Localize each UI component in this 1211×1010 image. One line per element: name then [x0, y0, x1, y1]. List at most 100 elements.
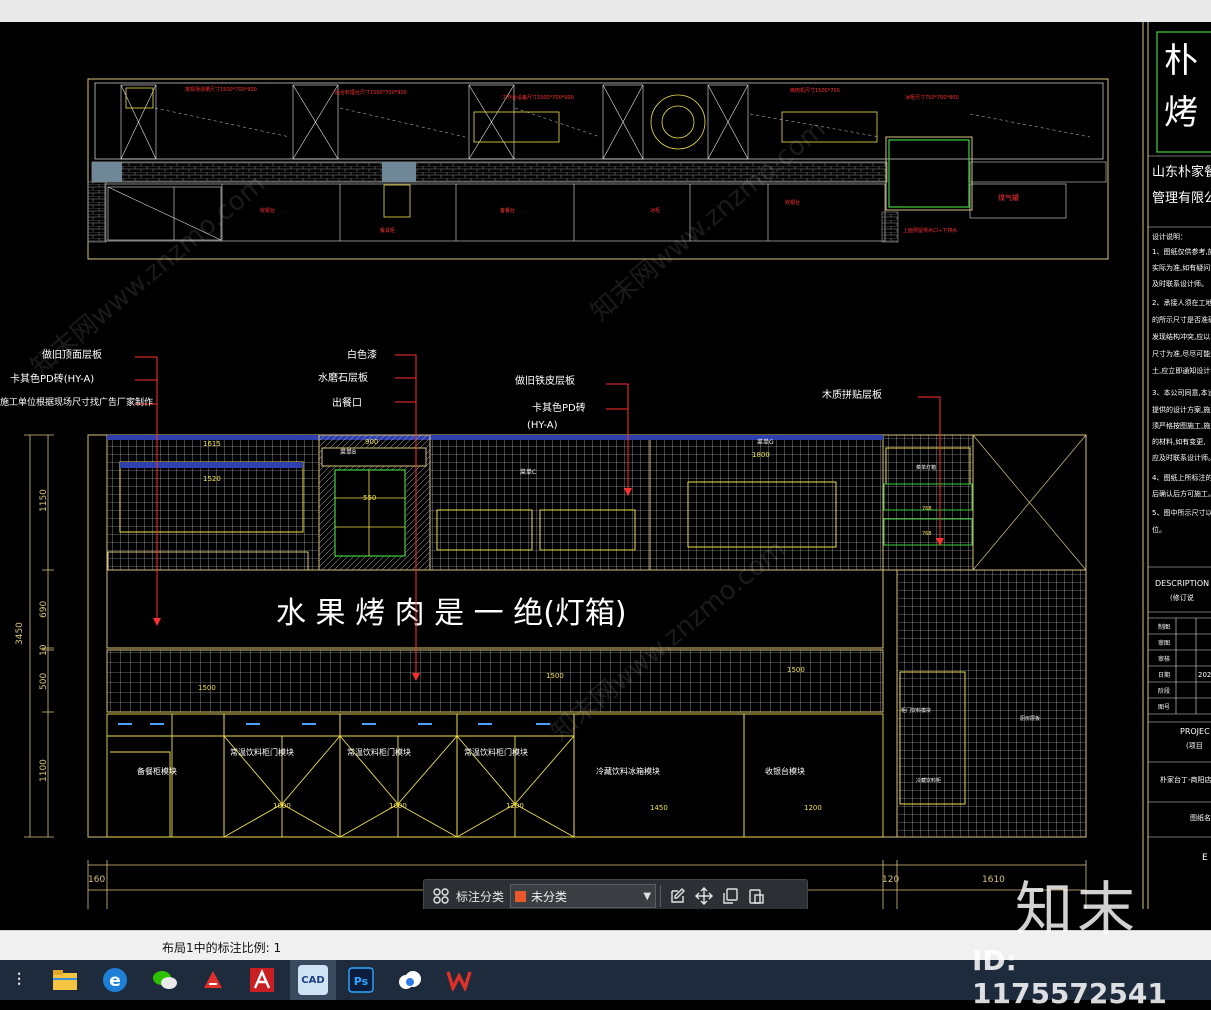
menu-b-label: 菜单B: [340, 448, 356, 456]
note-line: 提供的设计方案,施工方: [1152, 405, 1211, 414]
description-sub: (修订说: [1170, 593, 1194, 602]
dim-550: 550: [363, 494, 376, 502]
plan-callout-2: 后台料理台尺寸1500*700*900: [335, 89, 407, 96]
drawing-label: 图纸名: [1190, 813, 1211, 822]
cab-width-1: 1000: [273, 802, 291, 810]
paste-icon[interactable]: [743, 883, 769, 909]
dim-768a: 768: [922, 506, 932, 512]
cab-2-label: 常温饮料柜门模块: [230, 747, 294, 757]
dim-1520: 1520: [203, 475, 221, 483]
wps-office-icon[interactable]: [444, 965, 474, 995]
plan-view: 按现场测量尺寸1500*700*900 后台料理台尺寸1500*700*900 …: [87, 78, 1109, 260]
callout-8: 卡其色PD砖: [532, 401, 586, 414]
dim-1800: 1800: [752, 451, 770, 459]
layer-select-dropdown[interactable]: 未分类 ▼: [510, 884, 657, 908]
company-line-1: 山东朴家餐: [1152, 164, 1211, 180]
dim-bottom-1: 160: [88, 875, 105, 885]
callout-4: 白色漆: [347, 348, 377, 361]
table-row-label: 审图: [1158, 639, 1170, 647]
resource-id-watermark: ID: 1175572541: [972, 944, 1167, 1010]
edit-icon[interactable]: [665, 883, 691, 909]
description-label: DESCRIPTION: [1155, 579, 1209, 588]
cad-drawing: 按现场测量尺寸1500*700*900 后台料理台尺寸1500*700*900 …: [0, 22, 1211, 909]
cad-viewer-icon[interactable]: CAD: [298, 965, 328, 995]
cab-width-3: 1200: [506, 802, 524, 810]
plan-callout-3: 工作台设备尺寸1500*700*900: [502, 94, 574, 101]
dim-bottom-2: 120: [882, 875, 899, 885]
company-line-2: 管理有限公: [1152, 191, 1211, 206]
note-line: 后确认后方可施工。: [1152, 489, 1211, 498]
dim-1615: 1615: [203, 440, 221, 448]
window-top-strip: [0, 0, 1211, 22]
cab-4-label: 常温饮料柜门模块: [464, 747, 528, 757]
cab-width-4: 1450: [650, 804, 668, 812]
wechat-icon[interactable]: [150, 965, 180, 995]
chevron-down-icon: ▼: [643, 890, 652, 902]
layer-selected-value: 未分类: [531, 889, 568, 904]
callout-6: 出餐口: [332, 396, 362, 409]
note-line: 及时联系设计师。: [1152, 279, 1208, 288]
note-line: 的材料,如有变更,: [1152, 437, 1205, 446]
grid-icon[interactable]: [428, 883, 454, 909]
right-label-2: 厨房层板: [1020, 715, 1040, 722]
annotation-scale-status: 布局1中的标注比例: 1: [162, 941, 282, 955]
plan-callout-4: 冰柜尺寸750*700*800: [905, 94, 959, 101]
right-label-3: 冷藏饮料柜: [916, 777, 941, 784]
plan-shelf-4: 冰柜: [650, 207, 660, 214]
notes-title: 设计说明：: [1152, 232, 1187, 241]
cab-width-2: 1000: [389, 802, 407, 810]
dim-left-3: 10: [39, 644, 49, 656]
plan-callout-1: 按现场测量尺寸1500*700*900: [185, 86, 257, 93]
annotation-category-label: 标注分类: [456, 889, 505, 904]
dim-left-5: 1100: [39, 759, 49, 782]
cab-width-5: 1200: [804, 804, 822, 812]
menu-c-label: 菜单C: [520, 468, 536, 476]
dim-900: 900: [365, 438, 378, 446]
project-label: PROJEC: [1180, 727, 1210, 736]
move-icon[interactable]: [691, 883, 717, 909]
cab-5-label: 冷藏饮料冰箱模块: [596, 766, 660, 776]
note-line: 实际为准,如有疑问,请: [1152, 263, 1211, 272]
toolbar-divider: [660, 885, 662, 907]
elevation-view: 水 果 烤 肉 是 一 绝(灯箱): [87, 434, 1087, 838]
plan-gas: 煤气罐: [998, 193, 1019, 202]
dim-1500a: 1500: [198, 684, 216, 692]
table-row-label: 制图: [1158, 623, 1170, 631]
plan-callout-5: 烤肉机尺寸1500*700: [790, 87, 840, 94]
project-name: 朴家台丁-商阳店: [1160, 775, 1211, 784]
right-label-1: 柜门饮料模块: [901, 707, 931, 714]
dim-left-4: 500: [39, 673, 49, 690]
wps-pdf-icon[interactable]: [198, 965, 228, 995]
edge-browser-icon[interactable]: e: [100, 965, 130, 995]
file-explorer-icon[interactable]: [50, 965, 80, 995]
dim-1500c: 1500: [787, 666, 805, 674]
note-line: 须严格按图施工,施工时: [1152, 421, 1211, 430]
logo-char-1: 朴: [1164, 41, 1198, 81]
dim-bottom-3: 1610: [982, 875, 1005, 885]
cad-drawing-canvas[interactable]: 按现场测量尺寸1500*700*900 后台料理台尺寸1500*700*900 …: [0, 22, 1211, 909]
dim-left-total: 3450: [15, 622, 25, 645]
note-line: 位。: [1152, 525, 1166, 534]
table-row-label: 日期: [1158, 671, 1170, 679]
svg-text:e: e: [109, 971, 121, 991]
menu-g-label: 菜单G: [757, 438, 774, 446]
autocad-icon[interactable]: [247, 965, 277, 995]
table-row-label: 图号: [1158, 704, 1170, 711]
callout-9: (HY-A): [527, 420, 558, 431]
svg-text:知末网www.znzmo.com: 知末网www.znzmo.com: [25, 169, 271, 382]
note-line: 1、图纸仅供参考,施: [1152, 247, 1211, 256]
task-view-icon[interactable]: ⫶: [4, 965, 34, 995]
photoshop-icon[interactable]: Ps: [346, 965, 376, 995]
copy-icon[interactable]: [717, 883, 743, 909]
plan-shelf-3: 备餐台: [500, 207, 515, 214]
plan-gas-note: 上面预留排水口+下排水: [903, 227, 957, 234]
date-value: 202: [1198, 671, 1211, 679]
layer-color-swatch: [515, 890, 527, 902]
brand-watermark: 知末: [1015, 875, 1140, 943]
dim-768b: 768: [922, 531, 932, 537]
cab-1-label: 备餐柜模块: [137, 766, 177, 776]
callout-5: 水磨石层板: [318, 371, 368, 384]
callout-3: 施工单位根据现场尺寸找广告厂家制作: [0, 396, 153, 408]
cloud-disk-icon[interactable]: [395, 965, 425, 995]
note-line: 发现结构冲突,应以实际: [1152, 332, 1211, 341]
